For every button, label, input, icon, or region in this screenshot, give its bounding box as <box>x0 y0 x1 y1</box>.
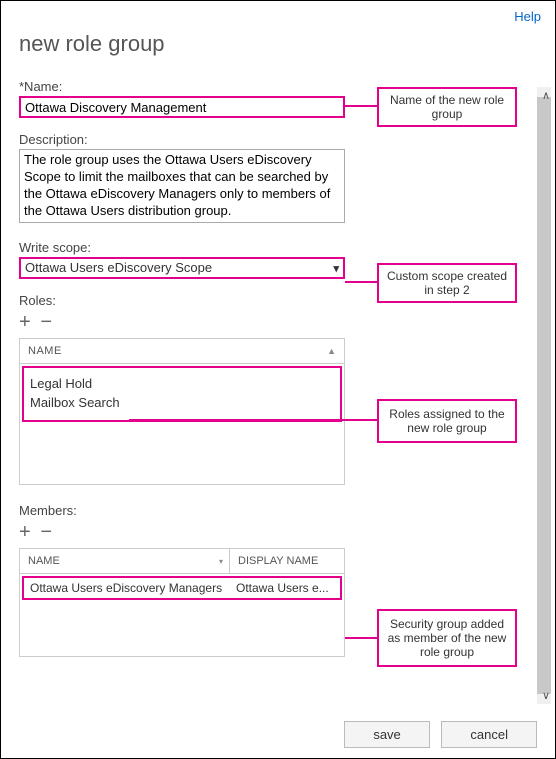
roles-remove-button[interactable]: − <box>40 312 52 332</box>
callout-name: Name of the new role group <box>377 87 517 127</box>
members-label: Members: <box>19 503 345 518</box>
scroll-down-icon[interactable]: ∨ <box>542 689 550 702</box>
help-link[interactable]: Help <box>514 9 541 24</box>
description-label: Description: <box>19 132 345 147</box>
description-input[interactable]: The role group uses the Ottawa Users eDi… <box>19 149 345 223</box>
callout-scope: Custom scope created in step 2 <box>377 263 517 303</box>
callout-members: Security group added as member of the ne… <box>377 609 517 667</box>
roles-add-button[interactable]: + <box>19 312 31 332</box>
chevron-down-icon: ▾ <box>219 557 223 566</box>
write-scope-select[interactable]: Ottawa Users eDiscovery Scope ▾ <box>19 257 345 279</box>
connector <box>345 105 377 107</box>
roles-label: Roles: <box>19 293 345 308</box>
members-add-button[interactable]: + <box>19 522 31 542</box>
list-item[interactable]: Legal Hold <box>30 374 334 393</box>
connector <box>345 637 377 639</box>
members-grid: NAME ▾ DISPLAY NAME Ottawa Users eDiscov… <box>19 548 345 657</box>
member-display-cell: Ottawa Users e... <box>230 578 340 598</box>
list-item[interactable]: Mailbox Search <box>30 393 334 412</box>
cancel-button[interactable]: cancel <box>441 721 537 748</box>
grid-filler <box>20 602 344 656</box>
connector <box>345 281 377 283</box>
callout-roles: Roles assigned to the new role group <box>377 399 517 443</box>
chevron-down-icon: ▾ <box>333 262 339 275</box>
name-label: *Name: <box>19 79 345 94</box>
members-col-display[interactable]: DISPLAY NAME <box>230 549 344 573</box>
connector <box>129 419 377 421</box>
save-button[interactable]: save <box>344 721 429 748</box>
page-title: new role group <box>19 31 555 57</box>
member-name-cell: Ottawa Users eDiscovery Managers <box>24 578 230 598</box>
write-scope-label: Write scope: <box>19 240 345 255</box>
table-row[interactable]: Ottawa Users eDiscovery Managers Ottawa … <box>22 576 342 600</box>
roles-grid: NAME ▲ Legal Hold Mailbox Search <box>19 338 345 485</box>
grid-filler <box>20 424 344 484</box>
scroll-up-icon[interactable]: ∧ <box>542 89 550 102</box>
members-remove-button[interactable]: − <box>40 522 52 542</box>
sort-icon: ▲ <box>327 346 336 356</box>
scrollbar-thumb[interactable] <box>537 97 551 694</box>
write-scope-value: Ottawa Users eDiscovery Scope <box>21 259 343 276</box>
roles-col-name[interactable]: NAME <box>20 339 70 363</box>
name-input[interactable] <box>19 96 345 118</box>
members-col-name[interactable]: NAME ▾ <box>20 549 230 573</box>
